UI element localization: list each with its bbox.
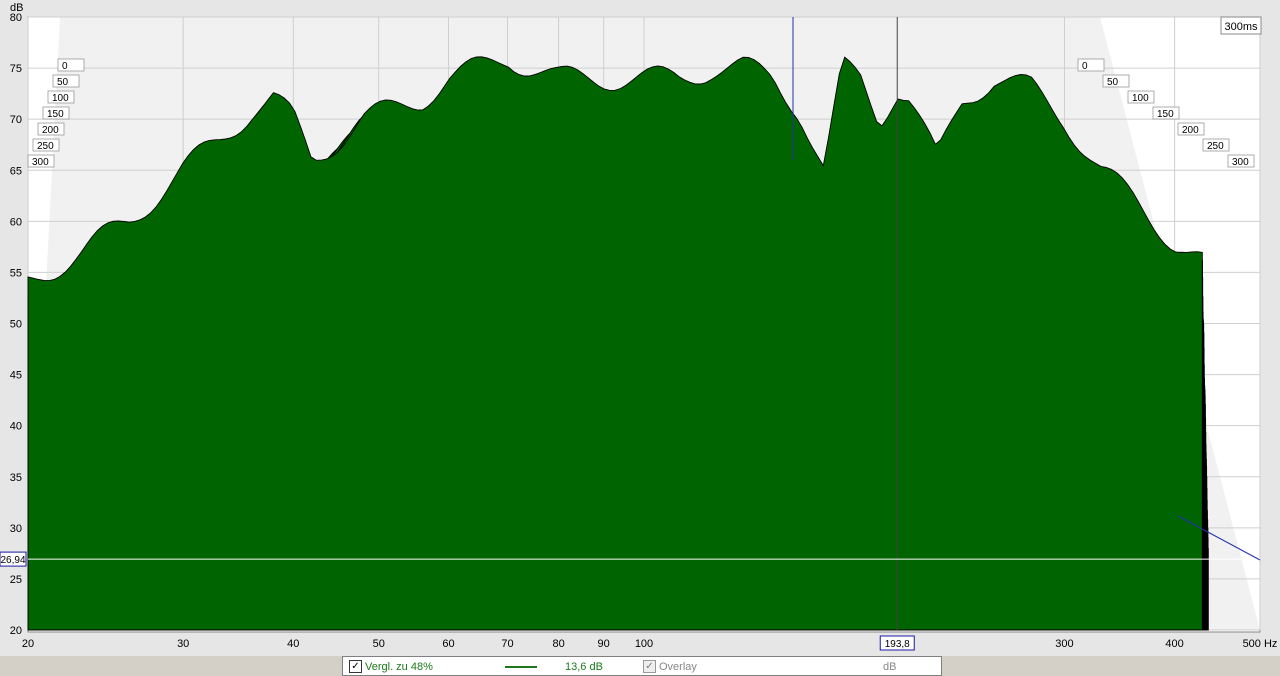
y-tick-label: 60: [10, 216, 22, 228]
cursor-y-label: 26,94: [0, 555, 25, 566]
cursor-x-label: 193,8: [885, 639, 910, 650]
waterfall-slices: [27, 56, 1209, 631]
x-tick-label: 80: [552, 638, 564, 650]
overlay-label: Overlay: [659, 661, 697, 673]
waterfall-chart-window: 20 25 30 35 40 45 50 55 60 65 70 75 80 20 30 40 50 60 70 80…: [0, 0, 1280, 676]
x-tick-label: 30: [177, 638, 189, 650]
x-tick-label: 20: [22, 638, 34, 650]
time-label-right: 200: [1182, 125, 1199, 136]
time-label-right: 50: [1107, 77, 1119, 88]
y-tick-label: 70: [10, 114, 22, 126]
x-tick-label: 60: [442, 638, 454, 650]
legend-item-1-value: 13,6 dB: [565, 661, 603, 673]
time-label-right: 100: [1132, 93, 1149, 104]
y-tick-label: 20: [10, 625, 22, 637]
legend-item-1-label: Vergl. zu 48%: [365, 661, 433, 673]
time-label-left: 100: [52, 93, 69, 104]
x-tick-label: 300: [1055, 638, 1073, 650]
y-tick-label: 75: [10, 63, 22, 75]
y-tick-label: 65: [10, 165, 22, 177]
y-tick-label: 55: [10, 267, 22, 279]
x-tick-label: 400: [1165, 638, 1183, 650]
y-tick-label: 35: [10, 472, 22, 484]
time-label-right: 0: [1082, 61, 1088, 72]
overlay-unit: dB: [883, 661, 897, 673]
time-label-left: 150: [47, 109, 64, 120]
x-tick-label: 50: [373, 638, 385, 650]
x-tick-label: 500 Hz: [1243, 638, 1278, 650]
waterfall-chart[interactable]: 2025303540455055606570758020 30 40 50 60 70 80…: [0, 0, 1280, 656]
time-label-left: 300: [32, 157, 49, 168]
time-label-left: 250: [37, 141, 54, 152]
time-range-label: 300ms: [1224, 21, 1258, 33]
x-tick-label: 90: [598, 638, 610, 650]
x-tick-label: 70: [501, 638, 513, 650]
y-unit-label: dB: [10, 2, 23, 14]
time-label-left: 0: [62, 61, 68, 72]
legend-line-swatch: [505, 666, 537, 668]
y-tick-label: 50: [10, 319, 22, 331]
y-tick-label: 40: [10, 421, 22, 433]
time-label-right: 250: [1207, 141, 1224, 152]
y-tick-label: 30: [10, 523, 22, 535]
time-label-left: 50: [57, 77, 69, 88]
x-tick-label: 40: [287, 638, 299, 650]
y-tick-label: 45: [10, 370, 22, 382]
time-label-right: 150: [1157, 109, 1174, 120]
legend-checkbox-1[interactable]: ✓: [349, 660, 362, 673]
time-label-right: 300: [1232, 157, 1249, 168]
legend-bar: ✓ Vergl. zu 48% 13,6 dB ✓ Overlay dB: [342, 656, 942, 676]
overlay-checkbox[interactable]: ✓: [643, 660, 656, 673]
x-tick-label: 100: [635, 638, 653, 650]
y-tick-label: 25: [10, 574, 22, 586]
waterfall-slice: [27, 56, 1203, 631]
time-label-left: 200: [42, 125, 59, 136]
